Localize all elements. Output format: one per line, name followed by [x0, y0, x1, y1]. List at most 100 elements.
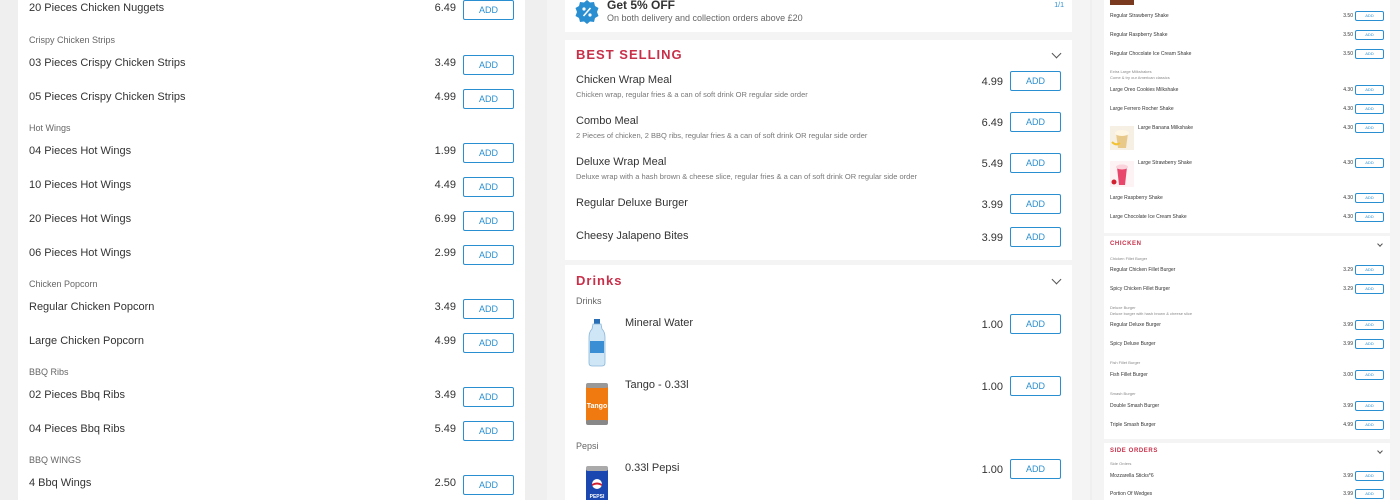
add-button[interactable]: ADD	[1355, 212, 1384, 222]
add-button[interactable]: ADD	[1355, 401, 1384, 411]
add-button[interactable]: ADD	[1010, 71, 1061, 91]
add-button[interactable]: ADD	[1355, 49, 1384, 59]
item-name: Spicy Deluxe Burger	[1110, 341, 1156, 347]
menu-item: Regular Raspberry Shake 3.50 ADD	[1104, 30, 1390, 42]
add-button[interactable]: ADD	[463, 143, 514, 163]
subcategory-label: Drinks	[576, 296, 602, 306]
item-name: Regular Chicken Popcorn	[29, 301, 155, 313]
promo-title: Get 5% OFF	[607, 0, 676, 12]
add-button[interactable]: ADD	[1355, 104, 1384, 114]
add-button[interactable]: ADD	[1355, 370, 1384, 380]
item-name: Combo Meal	[576, 115, 639, 127]
item-price: 3.50	[1343, 32, 1353, 38]
item-price: 1.00	[981, 319, 1003, 331]
menu-item: Regular Chicken Fillet Burger 3.29 ADD	[1104, 265, 1390, 277]
menu-item: Large Chocolate Ice Cream Shake 4.30 ADD	[1104, 212, 1390, 224]
promo-pager[interactable]: 1/1	[1054, 2, 1064, 9]
section-title: CHICKEN	[1110, 241, 1142, 247]
add-button[interactable]: ADD	[1355, 158, 1384, 168]
menu-item: Regular Deluxe Burger 3.99 ADD	[565, 194, 1072, 227]
add-button[interactable]: ADD	[463, 299, 514, 319]
add-button[interactable]: ADD	[463, 333, 514, 353]
promo-subtitle: On both delivery and collection orders a…	[607, 13, 803, 23]
add-button[interactable]: ADD	[1355, 265, 1384, 275]
item-name: Double Smash Burger	[1110, 403, 1160, 409]
menu-item: Tango Tango - 0.33l 1.00 ADD	[565, 376, 1072, 429]
menu-item: Regular Deluxe Burger 3.99 ADD	[1104, 320, 1390, 332]
tango-can-label: Tango	[587, 403, 607, 410]
add-button[interactable]: ADD	[1010, 112, 1061, 132]
menu-item: Regular Strawberry Shake 3.50 ADD	[1104, 11, 1390, 23]
menu-column-left: 20 Pieces Chicken Nuggets 6.49 ADD Crisp…	[18, 0, 525, 500]
section-title: BEST SELLING	[576, 47, 683, 62]
item-name: 10 Pieces Hot Wings	[29, 179, 132, 191]
add-button[interactable]: ADD	[463, 245, 514, 265]
chevron-down-icon[interactable]	[1377, 241, 1383, 247]
add-button[interactable]: ADD	[1355, 284, 1384, 294]
menu-item: Fish Fillet Burger 3.00 ADD	[1104, 370, 1390, 382]
promo-banner: Get 5% OFF On both delivery and collecti…	[565, 0, 1072, 32]
percent-badge-icon	[575, 0, 599, 24]
item-name: Triple Smash Burger	[1110, 422, 1156, 428]
menu-item: Large Oreo Cookies Milkshake 4.30 ADD	[1104, 85, 1390, 97]
add-button[interactable]: ADD	[1355, 320, 1384, 330]
add-button[interactable]: ADD	[463, 211, 514, 231]
add-button[interactable]: ADD	[1355, 339, 1384, 349]
subcategory-label: Pepsi	[576, 441, 599, 451]
add-button[interactable]: ADD	[463, 421, 514, 441]
menu-item: Combo Meal 2 Pieces of chicken, 2 BBQ ri…	[565, 112, 1072, 145]
add-button[interactable]: ADD	[1010, 376, 1061, 396]
item-name: Regular Chicken Fillet Burger	[1110, 267, 1176, 273]
menu-item: Chicken Wrap Meal Chicken wrap, regular …	[565, 71, 1072, 104]
add-button[interactable]: ADD	[1355, 489, 1384, 499]
menu-item: Large Ferrero Rocher Shake 4.30 ADD	[1104, 104, 1390, 116]
item-name: Mozzarella Sticks*6	[1110, 473, 1154, 479]
item-price: 6.49	[981, 117, 1003, 129]
strawberry-shake-image-icon	[1110, 161, 1134, 187]
item-price: 4.99	[981, 76, 1003, 88]
chevron-down-icon[interactable]	[1051, 274, 1062, 285]
add-button[interactable]: ADD	[1355, 30, 1384, 40]
item-price: 4.30	[1343, 106, 1353, 112]
add-button[interactable]: ADD	[1010, 194, 1061, 214]
item-name: 20 Pieces Chicken Nuggets	[29, 2, 165, 14]
add-button[interactable]: ADD	[1010, 153, 1061, 173]
item-price: 4.99	[434, 335, 456, 347]
category-label: Side Orders	[1110, 461, 1132, 466]
add-button[interactable]: ADD	[1010, 459, 1061, 479]
add-button[interactable]: ADD	[1010, 227, 1061, 247]
item-price: 3.29	[1343, 267, 1353, 273]
item-price: 6.49	[434, 2, 456, 14]
add-button[interactable]: ADD	[1355, 123, 1384, 133]
add-button[interactable]: ADD	[463, 475, 514, 495]
category-label: Chicken Popcorn	[29, 279, 98, 289]
menu-item: Portion Of Wedges 3.99 ADD	[1104, 489, 1390, 500]
add-button[interactable]: ADD	[463, 55, 514, 75]
chevron-down-icon[interactable]	[1377, 448, 1383, 454]
category-label: Smash Burger	[1110, 391, 1136, 396]
add-button[interactable]: ADD	[463, 387, 514, 407]
add-button[interactable]: ADD	[1010, 314, 1061, 334]
chevron-down-icon[interactable]	[1051, 48, 1062, 59]
add-button[interactable]: ADD	[1355, 193, 1384, 203]
category-label: Chicken Fillet Burger	[1110, 256, 1148, 261]
banana-shake-image-icon	[1110, 126, 1134, 150]
item-name: 04 Pieces Bbq Ribs	[29, 423, 125, 435]
menu-item: Spicy Deluxe Burger 3.99 ADD	[1104, 339, 1390, 351]
item-price: 3.49	[434, 389, 456, 401]
category-description: Deluxe burger with hash brown & cheese s…	[1110, 311, 1193, 316]
menu-item: 4 Bbq Wings 2.50 ADD	[18, 475, 525, 495]
add-button[interactable]: ADD	[1355, 85, 1384, 95]
item-price: 2.50	[434, 477, 456, 489]
add-button[interactable]: ADD	[463, 0, 514, 20]
item-price: 3.29	[1343, 286, 1353, 292]
add-button[interactable]: ADD	[1355, 11, 1384, 21]
add-button[interactable]: ADD	[1355, 420, 1384, 430]
category-label: BBQ Ribs	[29, 367, 69, 377]
add-button[interactable]: ADD	[1355, 471, 1384, 481]
pepsi-can-label: PEPSI	[590, 494, 605, 500]
add-button[interactable]: ADD	[463, 177, 514, 197]
menu-item: 04 Pieces Bbq Ribs 5.49 ADD	[18, 421, 525, 441]
add-button[interactable]: ADD	[463, 89, 514, 109]
drinks-section: Drinks Drinks Mineral Water 1.00 ADD Tan…	[565, 265, 1072, 500]
